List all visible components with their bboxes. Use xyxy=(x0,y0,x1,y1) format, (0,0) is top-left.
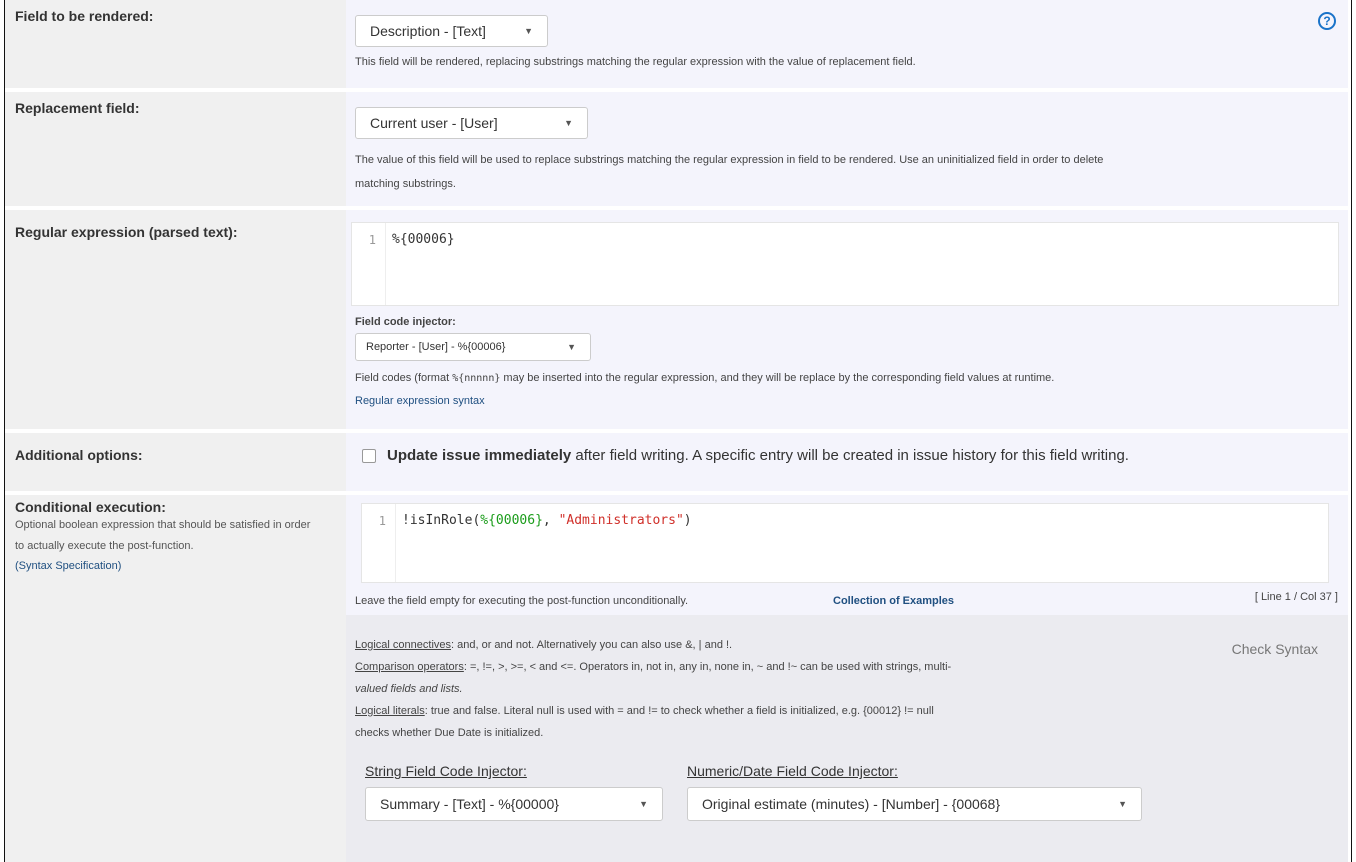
row-replacement-field: Replacement field: Current user - [User]… xyxy=(5,92,1348,206)
value-cell: Update issue immediately after field wri… xyxy=(346,433,1348,491)
conditional-label: Conditional execution: xyxy=(15,499,166,515)
field-to-render-select[interactable]: Description - [Text] ▼ xyxy=(355,15,548,47)
chevron-down-icon: ▼ xyxy=(564,118,573,128)
select-value: Original estimate (minutes) - [Number] -… xyxy=(702,796,1001,812)
label-cell: Regular expression (parsed text): xyxy=(5,210,345,429)
row-regular-expression: Regular expression (parsed text): 1 %{00… xyxy=(5,210,1348,429)
select-value: Current user - [User] xyxy=(370,115,498,131)
chevron-down-icon: ▼ xyxy=(567,342,576,352)
field-to-render-help: This field will be rendered, replacing s… xyxy=(355,56,916,68)
cursor-position: [ Line 1 / Col 37 ] xyxy=(1254,591,1338,603)
chevron-down-icon: ▼ xyxy=(524,26,533,36)
logical-literals-help: Logical literals: true and false. Litera… xyxy=(355,705,934,717)
condition-editor[interactable]: 1 !isInRole(%{00006}, "Administrators") xyxy=(361,503,1329,583)
value-cell: Description - [Text] ▼ This field will b… xyxy=(346,0,1348,88)
field-code-injector-select[interactable]: Reporter - [User] - %{00006} ▼ xyxy=(355,333,591,361)
help-circle-icon[interactable]: ? xyxy=(1318,12,1336,30)
string-field-code-injector-select[interactable]: Summary - [Text] - %{00000} ▼ xyxy=(365,787,663,821)
regex-editor[interactable]: 1 %{00006} xyxy=(351,222,1339,306)
field-code-injector-label: Field code injector: xyxy=(355,316,456,328)
select-value: Reporter - [User] - %{00006} xyxy=(366,341,506,353)
comparison-operators-help-line2: valued fields and lists. xyxy=(355,683,463,695)
select-value: Summary - [Text] - %{00000} xyxy=(380,796,559,812)
label-cell: Additional options: xyxy=(5,433,345,491)
replacement-field-label: Replacement field: xyxy=(15,100,140,116)
logical-connectives-help: Logical connectives: and, or and not. Al… xyxy=(355,639,733,651)
replacement-help-line1: The value of this field will be used to … xyxy=(355,154,1104,166)
field-to-render-label: Field to be rendered: xyxy=(15,8,154,24)
string-injector-title: String Field Code Injector: xyxy=(365,763,527,779)
update-immediately-text: Update issue immediately after field wri… xyxy=(387,447,1129,464)
collection-of-examples-link[interactable]: Collection of Examples xyxy=(833,595,954,607)
label-cell: Field to be rendered: xyxy=(5,0,345,88)
conditional-desc: Optional boolean expression that should … xyxy=(15,519,311,552)
select-value: Description - [Text] xyxy=(370,23,486,39)
chevron-down-icon: ▼ xyxy=(639,799,648,809)
replacement-help-line2: matching substrings. xyxy=(355,178,456,190)
check-syntax-button[interactable]: Check Syntax xyxy=(1232,641,1318,657)
row-additional-options: Additional options: Update issue immedia… xyxy=(5,433,1348,491)
regex-syntax-link[interactable]: Regular expression syntax xyxy=(355,395,485,407)
row-conditional-execution: Conditional execution: Optional boolean … xyxy=(5,495,1348,862)
label-cell: Replacement field: xyxy=(5,92,345,206)
value-cell: 1 %{00006} Field code injector: Reporter… xyxy=(346,210,1348,429)
logical-literals-help-line2: checks whether Due Date is initialized. xyxy=(355,727,544,739)
comparison-operators-help: Comparison operators: =, !=, >, >=, < an… xyxy=(355,661,952,673)
line-number: 1 xyxy=(378,514,386,528)
field-codes-help: Field codes (format %{nnnnn} may be inse… xyxy=(355,372,1055,384)
numeric-injector-title: Numeric/Date Field Code Injector: xyxy=(687,763,898,779)
numeric-date-field-code-injector-select[interactable]: Original estimate (minutes) - [Number] -… xyxy=(687,787,1142,821)
row-field-to-render: Field to be rendered: Description - [Tex… xyxy=(5,0,1348,88)
line-number: 1 xyxy=(368,233,376,247)
additional-options-label: Additional options: xyxy=(15,447,143,463)
value-cell: 1 !isInRole(%{00006}, "Administrators") … xyxy=(346,495,1348,862)
regex-label: Regular expression (parsed text): xyxy=(15,224,238,240)
condition-code: !isInRole(%{00006}, "Administrators") xyxy=(402,513,692,528)
value-cell: Current user - [User] ▼ The value of thi… xyxy=(346,92,1348,206)
empty-field-help: Leave the field empty for executing the … xyxy=(355,595,689,607)
regex-code: %{00006} xyxy=(392,232,455,247)
syntax-specification-link[interactable]: (Syntax Specification) xyxy=(15,557,335,575)
chevron-down-icon: ▼ xyxy=(1118,799,1127,809)
update-immediately-checkbox[interactable] xyxy=(362,449,376,463)
label-cell: Conditional execution: Optional boolean … xyxy=(5,495,345,862)
replacement-field-select[interactable]: Current user - [User] ▼ xyxy=(355,107,588,139)
